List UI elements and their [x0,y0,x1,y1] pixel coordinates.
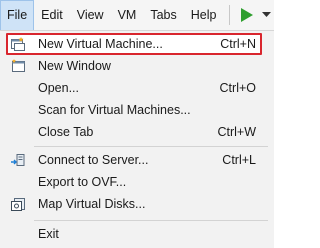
menubar-separator [229,5,231,25]
new-vm-icon [10,36,26,52]
new-window-icon [10,58,26,74]
menu-help[interactable]: Help [184,0,224,30]
menu-separator [34,146,268,147]
menu-tabs[interactable]: Tabs [143,0,183,30]
menu-item-export-to-ovf[interactable]: Export to OVF... [6,171,262,193]
menu-item-label: Export to OVF... [38,175,127,189]
menu-item-open[interactable]: Open... Ctrl+O [6,77,262,99]
menu-item-map-virtual-disks[interactable]: Map Virtual Disks... [6,193,262,215]
power-dropdown-button[interactable] [259,3,273,27]
menu-item-new-virtual-machine[interactable]: New Virtual Machine... Ctrl+N [6,33,262,55]
menu-item-exit[interactable]: Exit [6,223,262,245]
play-icon [241,8,254,22]
chevron-down-icon [261,12,271,17]
menu-item-connect-to-server[interactable]: Connect to Server... Ctrl+L [6,149,262,171]
menu-item-scan-for-virtual-machines[interactable]: Scan for Virtual Machines... [6,99,262,121]
menu-file[interactable]: File [0,0,35,30]
menu-vm[interactable]: VM [111,0,144,30]
menu-item-label: Close Tab [38,125,94,139]
menu-item-label: Open... [38,81,79,95]
menu-item-shortcut: Ctrl+N [220,37,256,51]
menu-item-label: New Window [38,59,111,73]
menu-bar: File Edit View VM Tabs Help [0,0,274,30]
menu-item-label: Scan for Virtual Machines... [38,103,191,117]
map-disks-icon [10,196,26,212]
menu-separator [34,220,268,221]
file-menu: New Virtual Machine... Ctrl+N New Window… [0,30,274,248]
menu-item-shortcut: Ctrl+L [222,153,256,167]
menu-item-label: Connect to Server... [38,153,149,167]
power-on-button[interactable] [235,3,259,27]
menu-item-shortcut: Ctrl+W [217,125,256,139]
menu-item-shortcut: Ctrl+O [219,81,256,95]
menu-item-label: Exit [38,227,59,241]
menu-item-label: New Virtual Machine... [38,37,163,51]
menu-edit[interactable]: Edit [34,0,70,30]
menu-item-close-tab[interactable]: Close Tab Ctrl+W [6,121,262,143]
menu-item-new-window[interactable]: New Window [6,55,262,77]
connect-server-icon [10,152,26,168]
menu-item-label: Map Virtual Disks... [38,197,146,211]
menu-view[interactable]: View [70,0,111,30]
